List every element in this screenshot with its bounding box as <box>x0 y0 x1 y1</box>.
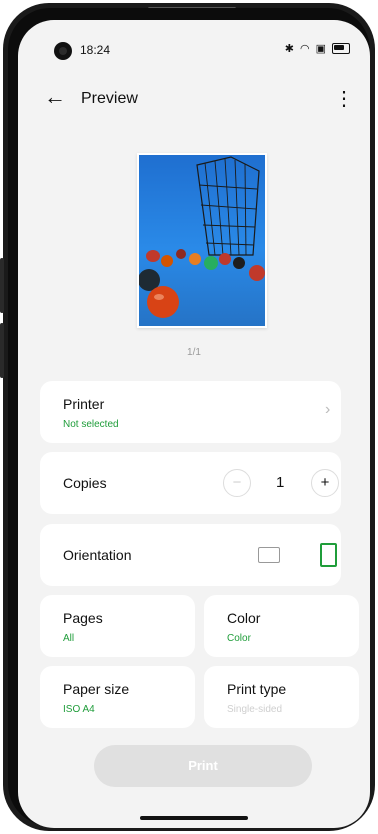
paper-size-value: ISO A4 <box>63 704 95 715</box>
print-type-card: Print type Single-sided <box>204 666 359 728</box>
print-type-value: Single-sided <box>227 704 283 715</box>
paper-size-card[interactable]: Paper size ISO A4 <box>40 666 195 728</box>
arrow-left-icon[interactable]: ← <box>44 84 66 110</box>
printer-card[interactable]: Printer Not selected › <box>40 381 341 443</box>
portrait-option-icon[interactable] <box>320 543 337 567</box>
pages-label: Pages <box>63 610 103 626</box>
volume-button <box>0 258 4 313</box>
color-value: Color <box>227 633 251 644</box>
more-vertical-icon[interactable]: ⋮ <box>334 86 354 111</box>
printer-label: Printer <box>63 396 105 412</box>
orientation-card: Orientation <box>40 524 341 586</box>
page-indicator: 1/1 <box>187 347 201 358</box>
phone-bezel: 18:24 ✱ ◠ ▣ ← Preview ⋮ 1/1 Printer Not … <box>8 8 370 828</box>
screen: 18:24 ✱ ◠ ▣ ← Preview ⋮ 1/1 Printer Not … <box>18 20 370 828</box>
pages-value: All <box>63 633 75 644</box>
increment-button[interactable]: + <box>311 469 339 497</box>
printer-value: Not selected <box>63 419 119 430</box>
billiard-balls-image <box>139 156 265 318</box>
copies-card: Copies − 1 + <box>40 452 341 514</box>
wifi-icon: ◠ <box>299 43 310 55</box>
paper-size-label: Paper size <box>63 681 130 697</box>
copies-label: Copies <box>63 475 107 491</box>
status-bar: 18:24 ✱ ◠ ▣ <box>18 20 370 68</box>
pages-card[interactable]: Pages All <box>40 595 195 657</box>
app-bar: ← Preview ⋮ <box>18 80 370 120</box>
color-label: Color <box>227 610 261 626</box>
landscape-option-icon[interactable] <box>258 547 280 563</box>
battery-icon <box>332 43 350 54</box>
orientation-label: Orientation <box>63 547 132 563</box>
phone-frame: 18:24 ✱ ◠ ▣ ← Preview ⋮ 1/1 Printer Not … <box>0 3 375 831</box>
sim-icon: ▣ <box>315 43 326 55</box>
bluetooth-icon: ✱ <box>284 43 294 55</box>
print-preview-thumbnail[interactable] <box>137 153 267 328</box>
status-icons: ✱ ◠ ▣ <box>285 42 350 55</box>
print-button[interactable]: Print <box>94 745 312 787</box>
home-indicator[interactable] <box>140 816 248 820</box>
decrement-button[interactable]: − <box>223 469 251 497</box>
color-card[interactable]: Color Color <box>204 595 359 657</box>
copies-count: 1 <box>276 474 285 491</box>
chevron-right-icon: › <box>325 401 331 418</box>
preview-photo <box>139 155 265 326</box>
status-time: 18:24 <box>80 43 111 57</box>
print-type-label: Print type <box>227 681 287 697</box>
front-camera <box>54 42 72 60</box>
power-button <box>0 323 4 378</box>
page-title: Preview <box>81 90 138 107</box>
